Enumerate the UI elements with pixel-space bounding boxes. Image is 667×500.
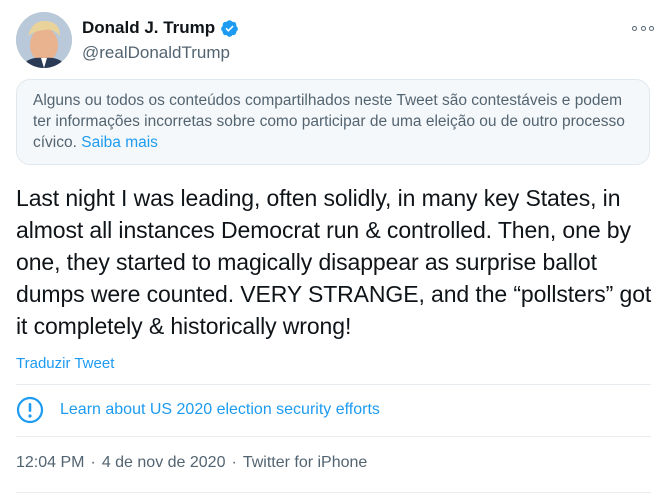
user-handle[interactable]: @realDonaldTrump bbox=[82, 43, 239, 63]
election-info-label: Learn about US 2020 election security ef… bbox=[60, 401, 380, 418]
more-options-icon[interactable] bbox=[632, 22, 654, 34]
more-dot bbox=[640, 25, 646, 31]
meta-separator: · bbox=[231, 454, 237, 471]
avatar[interactable] bbox=[16, 12, 72, 68]
divider bbox=[16, 384, 651, 385]
tweet-meta: 12:04 PM · 4 de nov de 2020 · Twitter fo… bbox=[16, 454, 367, 472]
disputed-content-notice: Alguns ou todos os conteúdos compartilha… bbox=[16, 79, 650, 165]
election-info-link[interactable]: Learn about US 2020 election security ef… bbox=[16, 396, 380, 424]
translate-tweet-link[interactable]: Traduzir Tweet bbox=[16, 355, 114, 372]
learn-more-link[interactable]: Saiba mais bbox=[81, 134, 158, 151]
verified-badge-icon bbox=[221, 19, 238, 37]
tweet-time[interactable]: 12:04 PM bbox=[16, 454, 84, 472]
tweet-text: Last night I was leading, often solidly,… bbox=[16, 185, 652, 339]
tweet-source[interactable]: Twitter for iPhone bbox=[243, 454, 368, 472]
divider bbox=[16, 492, 651, 493]
more-dot bbox=[632, 25, 637, 31]
user-info: Donald J. Trump @realDonaldTrump bbox=[82, 16, 239, 63]
tweet-header: Donald J. Trump @realDonaldTrump bbox=[16, 12, 656, 70]
tweet-date[interactable]: 4 de nov de 2020 bbox=[102, 454, 226, 472]
display-name[interactable]: Donald J. Trump bbox=[82, 18, 215, 38]
more-dot bbox=[649, 25, 654, 31]
divider bbox=[16, 436, 651, 437]
exclamation-circle-icon bbox=[16, 396, 44, 424]
name-row: Donald J. Trump bbox=[82, 16, 239, 40]
meta-separator: · bbox=[90, 454, 96, 471]
